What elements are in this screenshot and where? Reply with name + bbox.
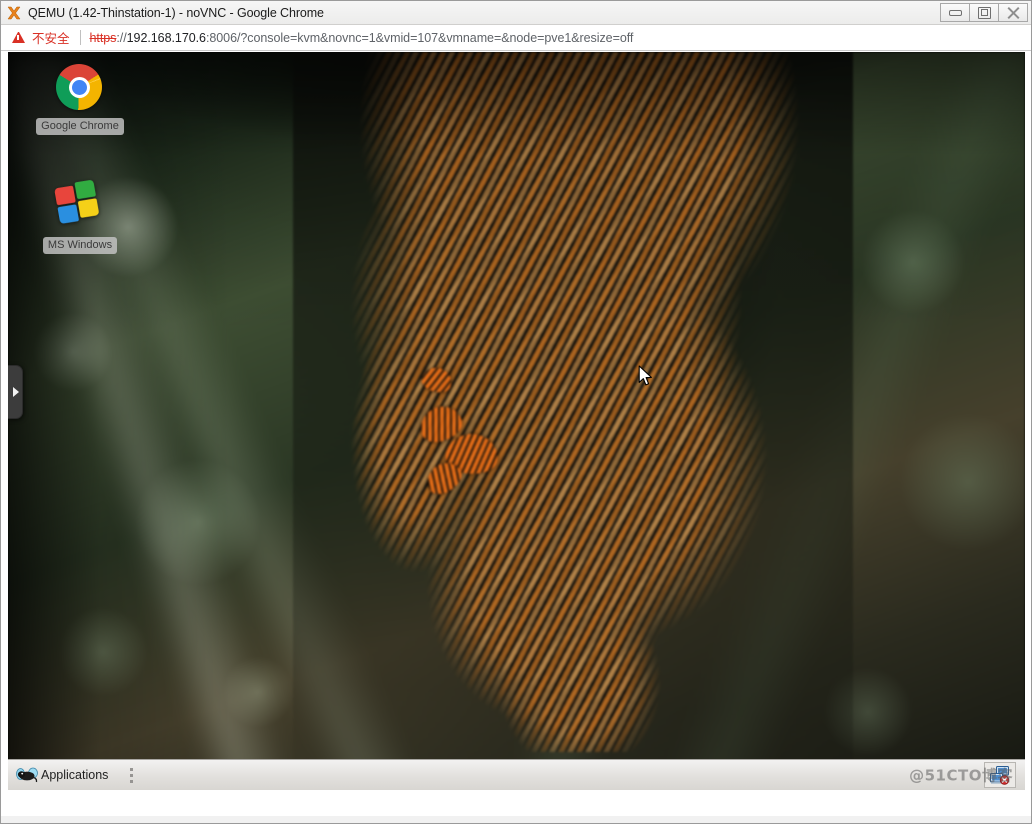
minimize-button[interactable] xyxy=(940,3,970,22)
browser-bottom-strip xyxy=(1,816,1031,823)
desktop-icon-google-chrome[interactable]: Google Chrome xyxy=(33,64,127,136)
desktop-icon-label: MS Windows xyxy=(42,237,118,255)
butterfly-cluster xyxy=(296,52,841,752)
x11-icon xyxy=(6,5,22,21)
panel-grip-icon[interactable] xyxy=(126,764,136,786)
desktop-wallpaper xyxy=(8,52,1025,790)
novnc-panel-toggle[interactable] xyxy=(8,365,23,419)
applications-menu-label: Applications xyxy=(41,768,109,782)
url-text[interactable]: https://192.168.170.6:8006/?console=kvm&… xyxy=(90,31,634,45)
maximize-icon xyxy=(977,6,991,19)
browser-window: QEMU (1.42-Thinstation-1) - noVNC - Goog… xyxy=(0,0,1032,824)
security-status-label[interactable]: 不安全 xyxy=(32,28,70,47)
applications-menu-button[interactable]: Applications xyxy=(8,762,115,789)
remote-desktop[interactable]: Google Chrome MS Windows Applications @5… xyxy=(8,52,1025,790)
address-bar[interactable]: 不安全 https://192.168.170.6:8006/?console=… xyxy=(1,25,1031,51)
system-tray: @51CTO博客 xyxy=(909,762,1025,789)
chevron-right-icon xyxy=(12,387,19,397)
desktop-icon-label: Google Chrome xyxy=(36,118,124,136)
window-controls xyxy=(940,3,1028,23)
taskbar: Applications @51CTO博客 xyxy=(8,759,1025,790)
url-separator: :// xyxy=(116,30,127,45)
windows-flag-icon xyxy=(54,179,104,231)
url-host: 192.168.170.6 xyxy=(126,30,206,45)
maximize-button[interactable] xyxy=(969,3,999,22)
url-scheme: https xyxy=(89,30,117,45)
vnc-canvas[interactable]: Google Chrome MS Windows Applications @5… xyxy=(8,52,1025,790)
warning-triangle-icon xyxy=(12,32,25,43)
tray-frame xyxy=(984,762,1016,788)
page-viewport: Google Chrome MS Windows Applications @5… xyxy=(1,51,1031,816)
network-disconnected-icon[interactable] xyxy=(989,765,1011,785)
chrome-logo-icon xyxy=(56,64,104,112)
xfce-mouse-icon xyxy=(16,765,38,785)
desktop-icon-ms-windows[interactable]: MS Windows xyxy=(33,179,127,255)
close-icon xyxy=(1006,6,1020,19)
close-button[interactable] xyxy=(998,3,1028,22)
url-path-query: :8006/?console=kvm&novnc=1&vmid=107&vmna… xyxy=(205,30,634,45)
minimize-icon xyxy=(948,9,962,16)
omnibox-divider xyxy=(79,30,81,45)
window-title: QEMU (1.42-Thinstation-1) - noVNC - Goog… xyxy=(28,5,324,20)
window-title-bar[interactable]: QEMU (1.42-Thinstation-1) - noVNC - Goog… xyxy=(1,1,1031,25)
